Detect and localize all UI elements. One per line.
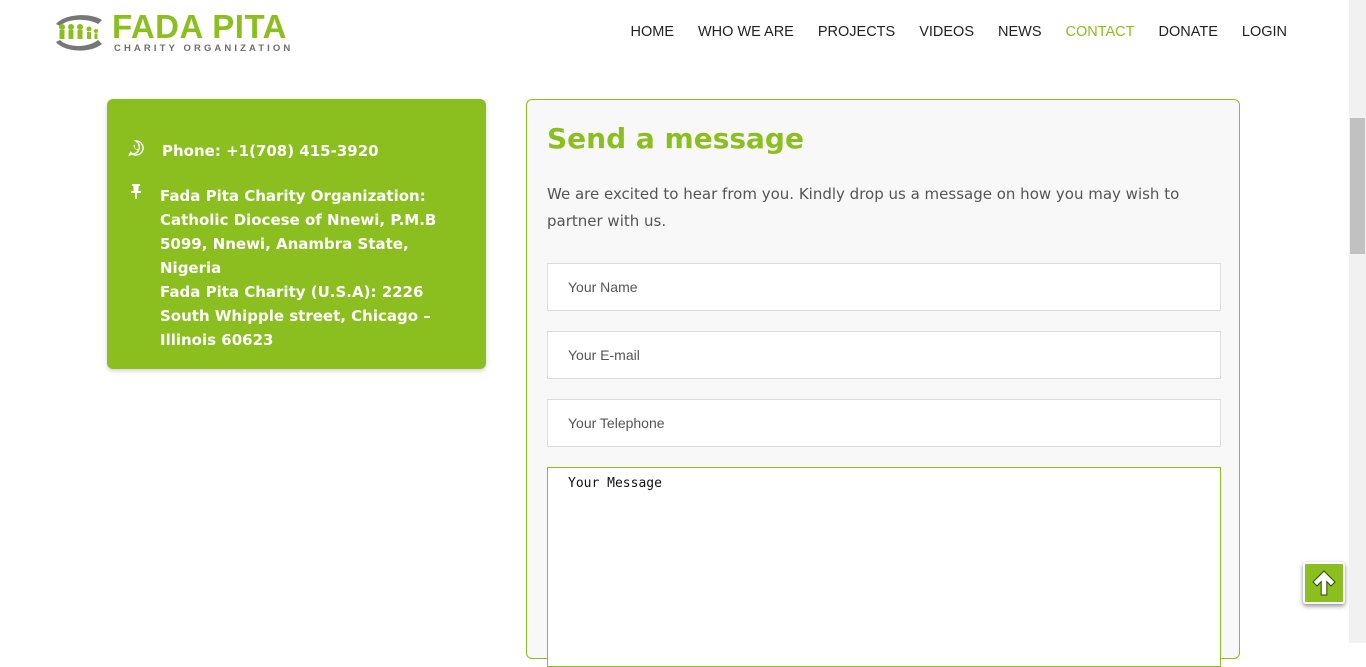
form-description: We are excited to hear from you. Kindly … (547, 185, 1180, 230)
nav-donate[interactable]: DONATE (1159, 24, 1218, 40)
logo-title: FADA PITA (112, 8, 287, 45)
contact-info-card: Phone: +1(708) 415-3920 Fada Pita Charit… (107, 99, 486, 369)
pin-icon (131, 184, 141, 199)
usa-office-label: Fada Pita Charity (U.S.A): (160, 283, 377, 301)
site-header: FADA PITA CHARITY ORGANIZATION HOME WHO … (0, 0, 1349, 70)
site-logo[interactable]: FADA PITA CHARITY ORGANIZATION (52, 8, 297, 56)
phone-number[interactable]: +1(708) 415-3920 (226, 142, 379, 160)
whatsapp-icon (128, 140, 144, 157)
arrow-up-icon (1312, 570, 1336, 596)
send-message-form: Send a message We are excited to hear fr… (526, 99, 1240, 667)
name-input[interactable] (547, 263, 1221, 311)
people-hands-logo-icon (56, 15, 102, 51)
nav-home[interactable]: HOME (630, 24, 674, 40)
page-scrollbar[interactable] (1349, 0, 1366, 643)
email-input[interactable] (547, 331, 1221, 379)
logo-subtitle: CHARITY ORGANIZATION (114, 43, 294, 54)
nav-videos[interactable]: VIDEOS (919, 24, 974, 40)
phone-label: Phone: (162, 142, 221, 160)
nav-who-we-are[interactable]: WHO WE ARE (698, 24, 794, 40)
telephone-input[interactable] (547, 399, 1221, 447)
nav-news[interactable]: NEWS (998, 24, 1042, 40)
nav-contact[interactable]: CONTACT (1066, 24, 1135, 40)
scroll-to-top-button[interactable] (1303, 562, 1345, 604)
nigeria-office-label: Fada Pita Charity Organization: (160, 187, 426, 205)
nigeria-office-address: Catholic Diocese of Nnewi, P.M.B 5099, N… (160, 211, 437, 277)
message-textarea[interactable] (547, 467, 1221, 667)
nav-projects[interactable]: PROJECTS (818, 24, 895, 40)
main-nav: HOME WHO WE ARE PROJECTS VIDEOS NEWS CON… (606, 24, 1287, 40)
nav-login[interactable]: LOGIN (1242, 24, 1287, 40)
form-title: Send a message (547, 122, 804, 155)
scrollbar-thumb[interactable] (1350, 118, 1365, 254)
